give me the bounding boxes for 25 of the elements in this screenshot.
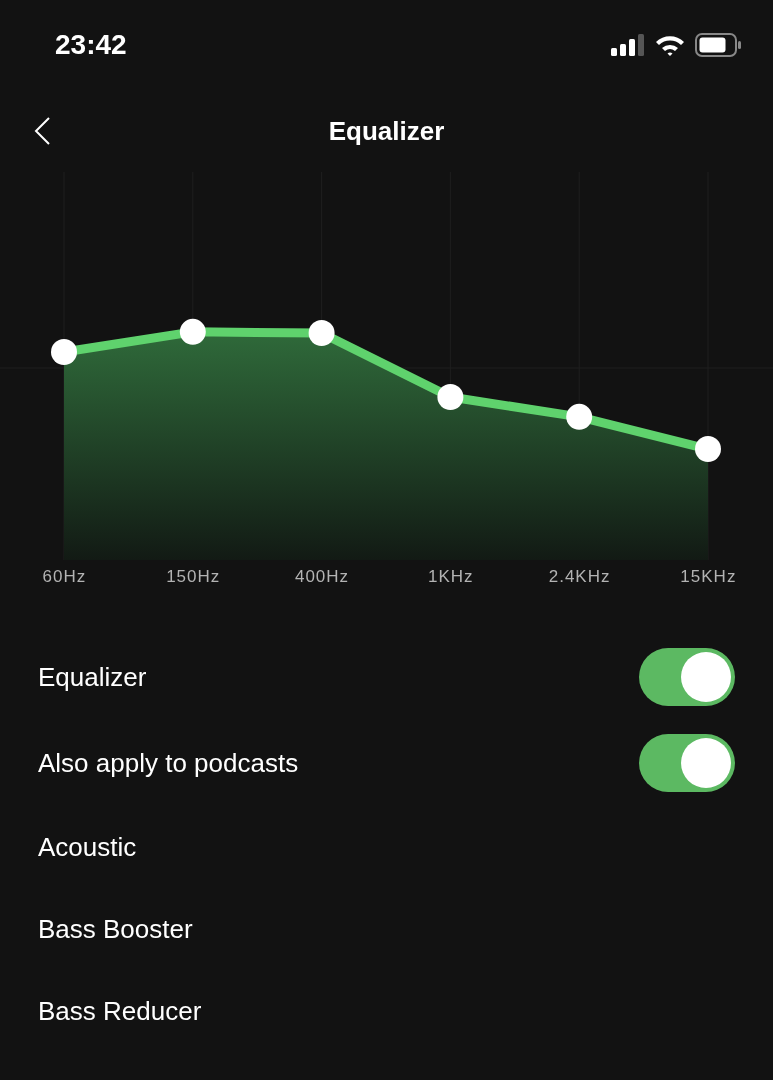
band-handle[interactable] (437, 384, 464, 411)
toggle-switch[interactable] (639, 648, 735, 706)
battery-icon (695, 33, 741, 57)
band-handle[interactable] (179, 318, 206, 345)
signal-icon (611, 34, 645, 56)
band-label: 150Hz (166, 566, 221, 589)
back-icon[interactable] (33, 116, 51, 146)
preset-item[interactable]: Bass Booster (38, 909, 193, 949)
band-handle[interactable] (51, 339, 77, 366)
preset-item[interactable]: Acoustic (38, 827, 137, 867)
page-title: Equalizer (328, 114, 445, 148)
toggle-switch[interactable] (639, 734, 735, 792)
setting-label: Also apply to podcasts (38, 746, 299, 780)
status-time: 23:42 (55, 28, 127, 62)
wifi-icon (655, 34, 685, 56)
band-label: 15KHz (680, 566, 737, 589)
band-label: 60Hz (42, 566, 87, 589)
band-handle[interactable] (308, 320, 335, 346)
band-handle[interactable] (566, 403, 593, 430)
band-label: 400Hz (294, 566, 350, 589)
band-label: 1KHz (428, 566, 474, 589)
band-label: 2.4KHz (548, 566, 611, 589)
setting-label: Equalizer (38, 660, 147, 694)
preset-item[interactable]: Bass Reducer (38, 991, 202, 1031)
band-handle[interactable] (695, 436, 721, 463)
